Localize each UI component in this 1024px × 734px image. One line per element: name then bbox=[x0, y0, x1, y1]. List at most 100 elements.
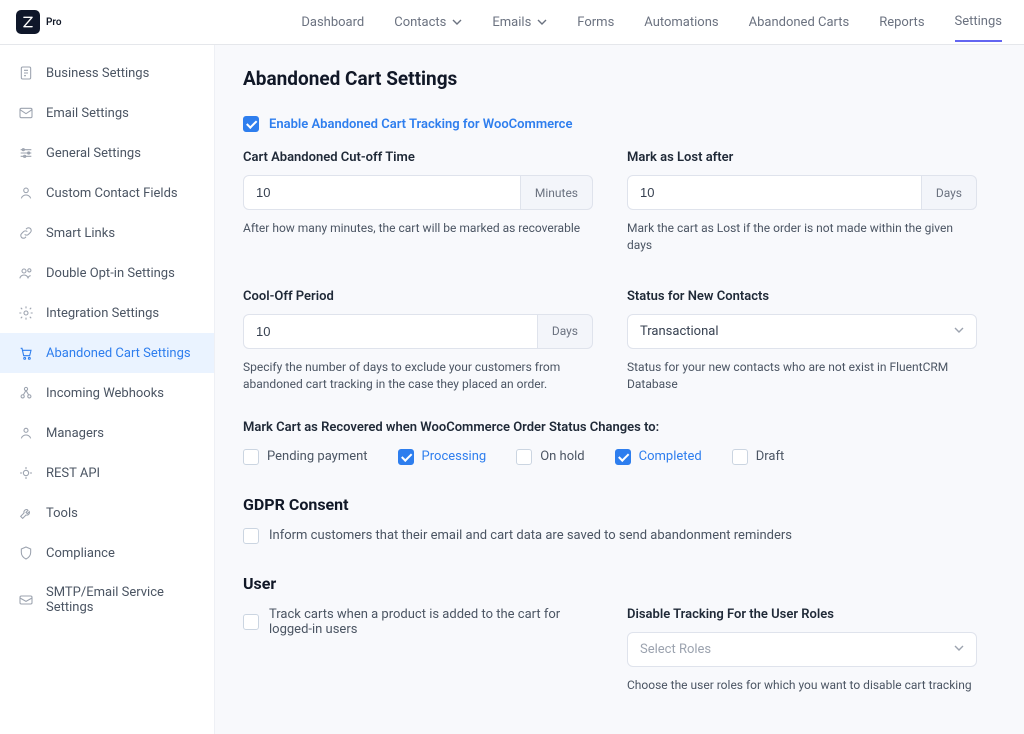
help-cooloff: Specify the number of days to exclude yo… bbox=[243, 359, 593, 394]
suffix-cooloff: Days bbox=[538, 314, 593, 349]
input-cutoff[interactable] bbox=[243, 175, 521, 210]
sidebar-item-general[interactable]: General Settings bbox=[0, 133, 214, 173]
sidebar-item-business[interactable]: Business Settings bbox=[0, 53, 214, 93]
select-disable-roles[interactable]: Select Roles bbox=[627, 632, 977, 667]
gdpr-inform-row[interactable]: Inform customers that their email and ca… bbox=[243, 528, 977, 544]
nav-contacts[interactable]: Contacts bbox=[394, 15, 462, 30]
suffix-lost: Days bbox=[922, 175, 977, 210]
input-cooloff[interactable] bbox=[243, 314, 538, 349]
nav-emails[interactable]: Emails bbox=[492, 15, 547, 30]
nav-label: Reports bbox=[879, 15, 924, 30]
field-cooloff: Cool-Off Period Days Specify the number … bbox=[243, 289, 593, 394]
chevron-down-icon bbox=[537, 17, 547, 27]
nav-forms[interactable]: Forms bbox=[577, 15, 614, 30]
nav-label: Abandoned Carts bbox=[749, 15, 850, 30]
opt-processing[interactable]: Processing bbox=[398, 449, 487, 465]
gdpr-inform-label: Inform customers that their email and ca… bbox=[269, 528, 792, 543]
shield-icon bbox=[18, 545, 34, 561]
sidebar-item-label: Custom Contact Fields bbox=[46, 186, 178, 201]
input-lost[interactable] bbox=[627, 175, 922, 210]
label-lost: Mark as Lost after bbox=[627, 150, 977, 165]
sidebar-item-integration[interactable]: Integration Settings bbox=[0, 293, 214, 333]
heading-user: User bbox=[243, 574, 977, 593]
nav-label: Forms bbox=[577, 15, 614, 30]
sidebar-item-double-optin[interactable]: Double Opt-in Settings bbox=[0, 253, 214, 293]
chevron-down-icon bbox=[954, 642, 964, 657]
document-icon bbox=[18, 65, 34, 81]
checkbox-track-logged[interactable] bbox=[243, 614, 259, 630]
page-title: Abandoned Cart Settings bbox=[243, 67, 977, 90]
opt-label: On hold bbox=[540, 449, 584, 464]
main-content: Abandoned Cart Settings Enable Abandoned… bbox=[215, 45, 1005, 734]
link-icon bbox=[18, 225, 34, 241]
opt-label: Completed bbox=[639, 449, 702, 464]
manager-icon bbox=[18, 425, 34, 441]
sidebar-item-label: Smart Links bbox=[46, 226, 115, 241]
field-cutoff: Cart Abandoned Cut-off Time Minutes Afte… bbox=[243, 150, 593, 255]
nav-automations[interactable]: Automations bbox=[644, 15, 718, 30]
settings-sidebar: Business Settings Email Settings General… bbox=[0, 45, 215, 734]
track-logged-row[interactable]: Track carts when a product is added to t… bbox=[243, 607, 593, 637]
sidebar-item-managers[interactable]: Managers bbox=[0, 413, 214, 453]
sidebar-item-label: Managers bbox=[46, 426, 104, 441]
checkbox[interactable] bbox=[398, 449, 414, 465]
recovered-options: Pending payment Processing On hold Compl… bbox=[243, 449, 977, 465]
enable-tracking-row[interactable]: Enable Abandoned Cart Tracking for WooCo… bbox=[243, 116, 977, 132]
sidebar-item-label: Double Opt-in Settings bbox=[46, 266, 175, 281]
logo-icon bbox=[16, 10, 40, 34]
checkbox[interactable] bbox=[243, 449, 259, 465]
top-nav: Dashboard Contacts Emails Forms Automati… bbox=[301, 14, 1002, 30]
sidebar-item-label: Incoming Webhooks bbox=[46, 386, 164, 401]
suffix-cutoff: Minutes bbox=[521, 175, 593, 210]
sidebar-item-tools[interactable]: Tools bbox=[0, 493, 214, 533]
label-cutoff: Cart Abandoned Cut-off Time bbox=[243, 150, 593, 165]
checkbox[interactable] bbox=[732, 449, 748, 465]
opt-completed[interactable]: Completed bbox=[615, 449, 702, 465]
user-icon bbox=[18, 185, 34, 201]
checkbox-gdpr-inform[interactable] bbox=[243, 528, 259, 544]
checkbox[interactable] bbox=[615, 449, 631, 465]
opt-label: Pending payment bbox=[267, 449, 368, 464]
nav-dashboard[interactable]: Dashboard bbox=[301, 15, 364, 30]
nav-reports[interactable]: Reports bbox=[879, 15, 924, 30]
sidebar-item-webhooks[interactable]: Incoming Webhooks bbox=[0, 373, 214, 413]
logo[interactable]: Pro bbox=[16, 10, 62, 34]
nav-settings[interactable]: Settings bbox=[955, 14, 1002, 42]
sidebar-item-smtp[interactable]: SMTP/Email Service Settings bbox=[0, 573, 214, 627]
sidebar-item-label: Abandoned Cart Settings bbox=[46, 346, 191, 361]
product-tag: Pro bbox=[46, 17, 62, 28]
label-cooloff: Cool-Off Period bbox=[243, 289, 593, 304]
select-value: Transactional bbox=[640, 324, 719, 339]
nav-label: Dashboard bbox=[301, 15, 364, 30]
sidebar-item-abandoned-cart[interactable]: Abandoned Cart Settings bbox=[0, 333, 214, 373]
sidebar-item-label: General Settings bbox=[46, 146, 141, 161]
gear-icon bbox=[18, 305, 34, 321]
sidebar-item-smart-links[interactable]: Smart Links bbox=[0, 213, 214, 253]
heading-gdpr: GDPR Consent bbox=[243, 495, 977, 514]
label-disable-roles: Disable Tracking For the User Roles bbox=[627, 607, 977, 622]
checkbox[interactable] bbox=[516, 449, 532, 465]
label-status-new: Status for New Contacts bbox=[627, 289, 977, 304]
select-status-new[interactable]: Transactional bbox=[627, 314, 977, 349]
sidebar-item-email[interactable]: Email Settings bbox=[0, 93, 214, 133]
field-track-logged: Track carts when a product is added to t… bbox=[243, 607, 593, 694]
opt-pending[interactable]: Pending payment bbox=[243, 449, 368, 465]
opt-draft[interactable]: Draft bbox=[732, 449, 785, 465]
help-lost: Mark the cart as Lost if the order is no… bbox=[627, 220, 977, 255]
sidebar-item-rest-api[interactable]: REST API bbox=[0, 453, 214, 493]
sidebar-item-label: Integration Settings bbox=[46, 306, 159, 321]
help-cutoff: After how many minutes, the cart will be… bbox=[243, 220, 593, 237]
label-recovered: Mark Cart as Recovered when WooCommerce … bbox=[243, 420, 977, 435]
sidebar-item-label: REST API bbox=[46, 466, 100, 481]
sliders-icon bbox=[18, 145, 34, 161]
sidebar-item-compliance[interactable]: Compliance bbox=[0, 533, 214, 573]
enable-tracking-label: Enable Abandoned Cart Tracking for WooCo… bbox=[269, 117, 572, 132]
webhook-icon bbox=[18, 385, 34, 401]
nav-abandoned-carts[interactable]: Abandoned Carts bbox=[749, 15, 850, 30]
sidebar-item-label: Email Settings bbox=[46, 106, 129, 121]
sidebar-item-custom-contact[interactable]: Custom Contact Fields bbox=[0, 173, 214, 213]
help-status-new: Status for your new contacts who are not… bbox=[627, 359, 977, 394]
checkbox-enable-tracking[interactable] bbox=[243, 116, 259, 132]
opt-onhold[interactable]: On hold bbox=[516, 449, 584, 465]
select-placeholder: Select Roles bbox=[640, 642, 711, 657]
